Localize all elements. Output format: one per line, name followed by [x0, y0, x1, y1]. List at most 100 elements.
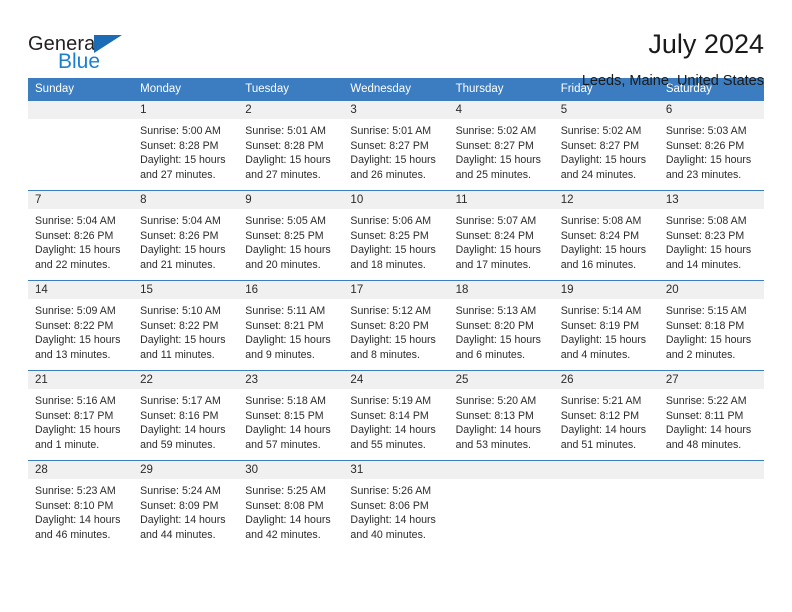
- calendar-day-cell[interactable]: 18 Sunrise: 5:13 AM Sunset: 8:20 PM Dayligh…: [448, 280, 554, 371]
- sunset-text: Sunset: 8:26 PM: [35, 229, 114, 242]
- calendar-day-cell[interactable]: 27 Sunrise: 5:22 AM Sunset: 8:11 PM Dayligh…: [658, 370, 764, 461]
- calendar-day-cell[interactable]: 20 Sunrise: 5:15 AM Sunset: 8:18 PM Dayligh…: [658, 280, 764, 371]
- calendar-day-cell[interactable]: 9 Sunrise: 5:05 AM Sunset: 8:25 PM Daylight…: [238, 190, 344, 281]
- day-details: Sunrise: 5:14 AM Sunset: 8:19 PM Daylight:…: [554, 299, 659, 362]
- calendar-day-cell[interactable]: 1 Sunrise: 5:00 AM Sunset: 8:28 PM Daylight…: [133, 100, 239, 191]
- day-details: Sunrise: 5:20 AM Sunset: 8:13 PM Daylight:…: [449, 389, 554, 452]
- day-details: Sunrise: 5:09 AM Sunset: 8:22 PM Daylight:…: [28, 299, 133, 362]
- daylight-text: Daylight: 15 hours and 14 minutes.: [665, 244, 752, 271]
- day-details: Sunrise: 5:04 AM Sunset: 8:26 PM Daylight:…: [133, 209, 238, 272]
- calendar-day-cell[interactable]: 17 Sunrise: 5:12 AM Sunset: 8:20 PM Dayligh…: [343, 280, 449, 371]
- day-number: 8: [133, 191, 239, 209]
- sunrise-text: Sunrise: 5:10 AM: [140, 305, 221, 317]
- day-details: Sunrise: 5:12 AM Sunset: 8:20 PM Daylight:…: [343, 299, 448, 362]
- sunset-text: Sunset: 8:28 PM: [245, 139, 324, 152]
- calendar-day-cell[interactable]: 24 Sunrise: 5:19 AM Sunset: 8:14 PM Dayligh…: [343, 370, 449, 461]
- day-number: 20: [658, 281, 764, 299]
- sunrise-text: Sunrise: 5:23 AM: [35, 485, 116, 497]
- day-number: 1: [133, 101, 239, 119]
- sunrise-text: Sunrise: 5:16 AM: [35, 395, 116, 407]
- calendar-day-cell[interactable]: 21 Sunrise: 5:16 AM Sunset: 8:17 PM Dayligh…: [28, 370, 134, 461]
- sunrise-text: Sunrise: 5:08 AM: [665, 215, 747, 227]
- calendar-day-cell[interactable]: 16 Sunrise: 5:11 AM Sunset: 8:21 PM Dayligh…: [238, 280, 344, 371]
- sunset-text: Sunset: 8:16 PM: [140, 409, 219, 422]
- sunset-text: Sunset: 8:22 PM: [140, 319, 219, 332]
- day-number: 21: [28, 371, 134, 389]
- calendar-week-row: 7 Sunrise: 5:04 AM Sunset: 8:26 PM Daylight…: [28, 190, 764, 281]
- calendar-day-cell[interactable]: 8 Sunrise: 5:04 AM Sunset: 8:26 PM Daylight…: [133, 190, 239, 281]
- day-details: Sunrise: 5:16 AM Sunset: 8:17 PM Daylight:…: [28, 389, 133, 452]
- sunrise-text: Sunrise: 5:01 AM: [350, 125, 432, 137]
- day-details: Sunrise: 5:01 AM Sunset: 8:28 PM Daylight:…: [238, 119, 343, 182]
- day-number: 19: [553, 281, 659, 299]
- calendar-day-cell[interactable]: 14 Sunrise: 5:09 AM Sunset: 8:22 PM Dayligh…: [28, 280, 134, 371]
- calendar-day-cell[interactable]: 12 Sunrise: 5:08 AM Sunset: 8:24 PM Dayligh…: [553, 190, 659, 281]
- sunset-text: Sunset: 8:17 PM: [35, 409, 114, 422]
- daylight-text: Daylight: 15 hours and 27 minutes.: [140, 154, 226, 181]
- daylight-text: Daylight: 15 hours and 8 minutes.: [350, 334, 436, 361]
- day-details: Sunrise: 5:07 AM Sunset: 8:24 PM Daylight:…: [449, 209, 554, 272]
- sunrise-text: Sunrise: 5:11 AM: [245, 305, 326, 317]
- day-details: Sunrise: 5:02 AM Sunset: 8:27 PM Daylight:…: [449, 119, 554, 182]
- sunset-text: Sunset: 8:15 PM: [245, 409, 324, 422]
- sunrise-text: Sunrise: 5:09 AM: [35, 305, 116, 317]
- weekday-header-wednesday: Wednesday: [343, 78, 449, 101]
- calendar-day-cell[interactable]: 26 Sunrise: 5:21 AM Sunset: 8:12 PM Dayligh…: [553, 370, 659, 461]
- calendar-day-cell[interactable]: 7 Sunrise: 5:04 AM Sunset: 8:26 PM Daylight…: [28, 190, 134, 281]
- day-number: 5: [553, 101, 659, 119]
- day-number: [658, 461, 764, 479]
- sunset-text: Sunset: 8:13 PM: [455, 409, 534, 422]
- calendar-day-cell[interactable]: 25 Sunrise: 5:20 AM Sunset: 8:13 PM Dayligh…: [448, 370, 554, 461]
- daylight-text: Daylight: 15 hours and 22 minutes.: [35, 244, 121, 271]
- day-details: Sunrise: 5:02 AM Sunset: 8:27 PM Daylight:…: [554, 119, 659, 182]
- daylight-text: Daylight: 15 hours and 13 minutes.: [35, 334, 121, 361]
- daylight-text: Daylight: 15 hours and 23 minutes.: [665, 154, 752, 181]
- calendar-day-cell[interactable]: 31 Sunrise: 5:26 AM Sunset: 8:06 PM Dayligh…: [343, 460, 449, 551]
- day-details: Sunrise: 5:10 AM Sunset: 8:22 PM Daylight:…: [133, 299, 238, 362]
- day-number: 29: [133, 461, 239, 479]
- day-details: Sunrise: 5:25 AM Sunset: 8:08 PM Daylight:…: [238, 479, 343, 542]
- calendar-day-cell[interactable]: 29 Sunrise: 5:24 AM Sunset: 8:09 PM Dayligh…: [133, 460, 239, 551]
- day-details: Sunrise: 5:06 AM Sunset: 8:25 PM Daylight:…: [343, 209, 448, 272]
- sunset-text: Sunset: 8:24 PM: [560, 229, 640, 242]
- sunrise-text: Sunrise: 5:21 AM: [560, 395, 642, 407]
- sunset-text: Sunset: 8:27 PM: [560, 139, 640, 152]
- sunset-text: Sunset: 8:26 PM: [665, 139, 745, 152]
- daylight-text: Daylight: 14 hours and 46 minutes.: [35, 514, 121, 541]
- sunrise-text: Sunrise: 5:03 AM: [665, 125, 747, 137]
- daylight-text: Daylight: 15 hours and 1 minute.: [35, 424, 121, 451]
- calendar-day-cell[interactable]: 15 Sunrise: 5:10 AM Sunset: 8:22 PM Dayligh…: [133, 280, 239, 371]
- calendar-day-cell[interactable]: 10 Sunrise: 5:06 AM Sunset: 8:25 PM Dayligh…: [343, 190, 449, 281]
- calendar-week-row: 28 Sunrise: 5:23 AM Sunset: 8:10 PM Dayligh…: [28, 460, 764, 551]
- calendar-day-cell[interactable]: 13 Sunrise: 5:08 AM Sunset: 8:23 PM Dayligh…: [658, 190, 764, 281]
- calendar-body: 1 Sunrise: 5:00 AM Sunset: 8:28 PM Daylight…: [28, 100, 764, 551]
- sunset-text: Sunset: 8:18 PM: [665, 319, 745, 332]
- day-number: 31: [343, 461, 449, 479]
- day-details: Sunrise: 5:15 AM Sunset: 8:18 PM Daylight:…: [659, 299, 764, 362]
- sunset-text: Sunset: 8:26 PM: [140, 229, 219, 242]
- day-details: Sunrise: 5:26 AM Sunset: 8:06 PM Daylight:…: [343, 479, 448, 542]
- day-number: 16: [238, 281, 344, 299]
- day-number: [553, 461, 659, 479]
- day-details: Sunrise: 5:13 AM Sunset: 8:20 PM Daylight:…: [449, 299, 554, 362]
- sunset-text: Sunset: 8:25 PM: [245, 229, 324, 242]
- calendar-day-cell[interactable]: 23 Sunrise: 5:18 AM Sunset: 8:15 PM Dayligh…: [238, 370, 344, 461]
- day-number: 27: [658, 371, 764, 389]
- calendar-day-cell[interactable]: 3 Sunrise: 5:01 AM Sunset: 8:27 PM Daylight…: [343, 100, 449, 191]
- calendar-day-cell[interactable]: 2 Sunrise: 5:01 AM Sunset: 8:28 PM Daylight…: [238, 100, 344, 191]
- sunrise-text: Sunrise: 5:13 AM: [455, 305, 537, 317]
- calendar-day-cell[interactable]: 22 Sunrise: 5:17 AM Sunset: 8:16 PM Dayligh…: [133, 370, 239, 461]
- calendar-day-cell[interactable]: 4 Sunrise: 5:02 AM Sunset: 8:27 PM Daylight…: [448, 100, 554, 191]
- sunset-text: Sunset: 8:22 PM: [35, 319, 114, 332]
- calendar-day-cell[interactable]: 30 Sunrise: 5:25 AM Sunset: 8:08 PM Dayligh…: [238, 460, 344, 551]
- calendar-day-cell[interactable]: 19 Sunrise: 5:14 AM Sunset: 8:19 PM Dayligh…: [553, 280, 659, 371]
- day-number: 26: [553, 371, 659, 389]
- day-number: 22: [133, 371, 239, 389]
- calendar-day-cell[interactable]: 28 Sunrise: 5:23 AM Sunset: 8:10 PM Dayligh…: [28, 460, 134, 551]
- sunrise-text: Sunrise: 5:18 AM: [245, 395, 326, 407]
- calendar-day-cell[interactable]: 5 Sunrise: 5:02 AM Sunset: 8:27 PM Daylight…: [553, 100, 659, 191]
- day-details: Sunrise: 5:19 AM Sunset: 8:14 PM Daylight:…: [343, 389, 448, 452]
- calendar-day-cell[interactable]: 11 Sunrise: 5:07 AM Sunset: 8:24 PM Dayligh…: [448, 190, 554, 281]
- calendar-day-cell[interactable]: 6 Sunrise: 5:03 AM Sunset: 8:26 PM Daylight…: [658, 100, 764, 191]
- daylight-text: Daylight: 15 hours and 2 minutes.: [665, 334, 752, 361]
